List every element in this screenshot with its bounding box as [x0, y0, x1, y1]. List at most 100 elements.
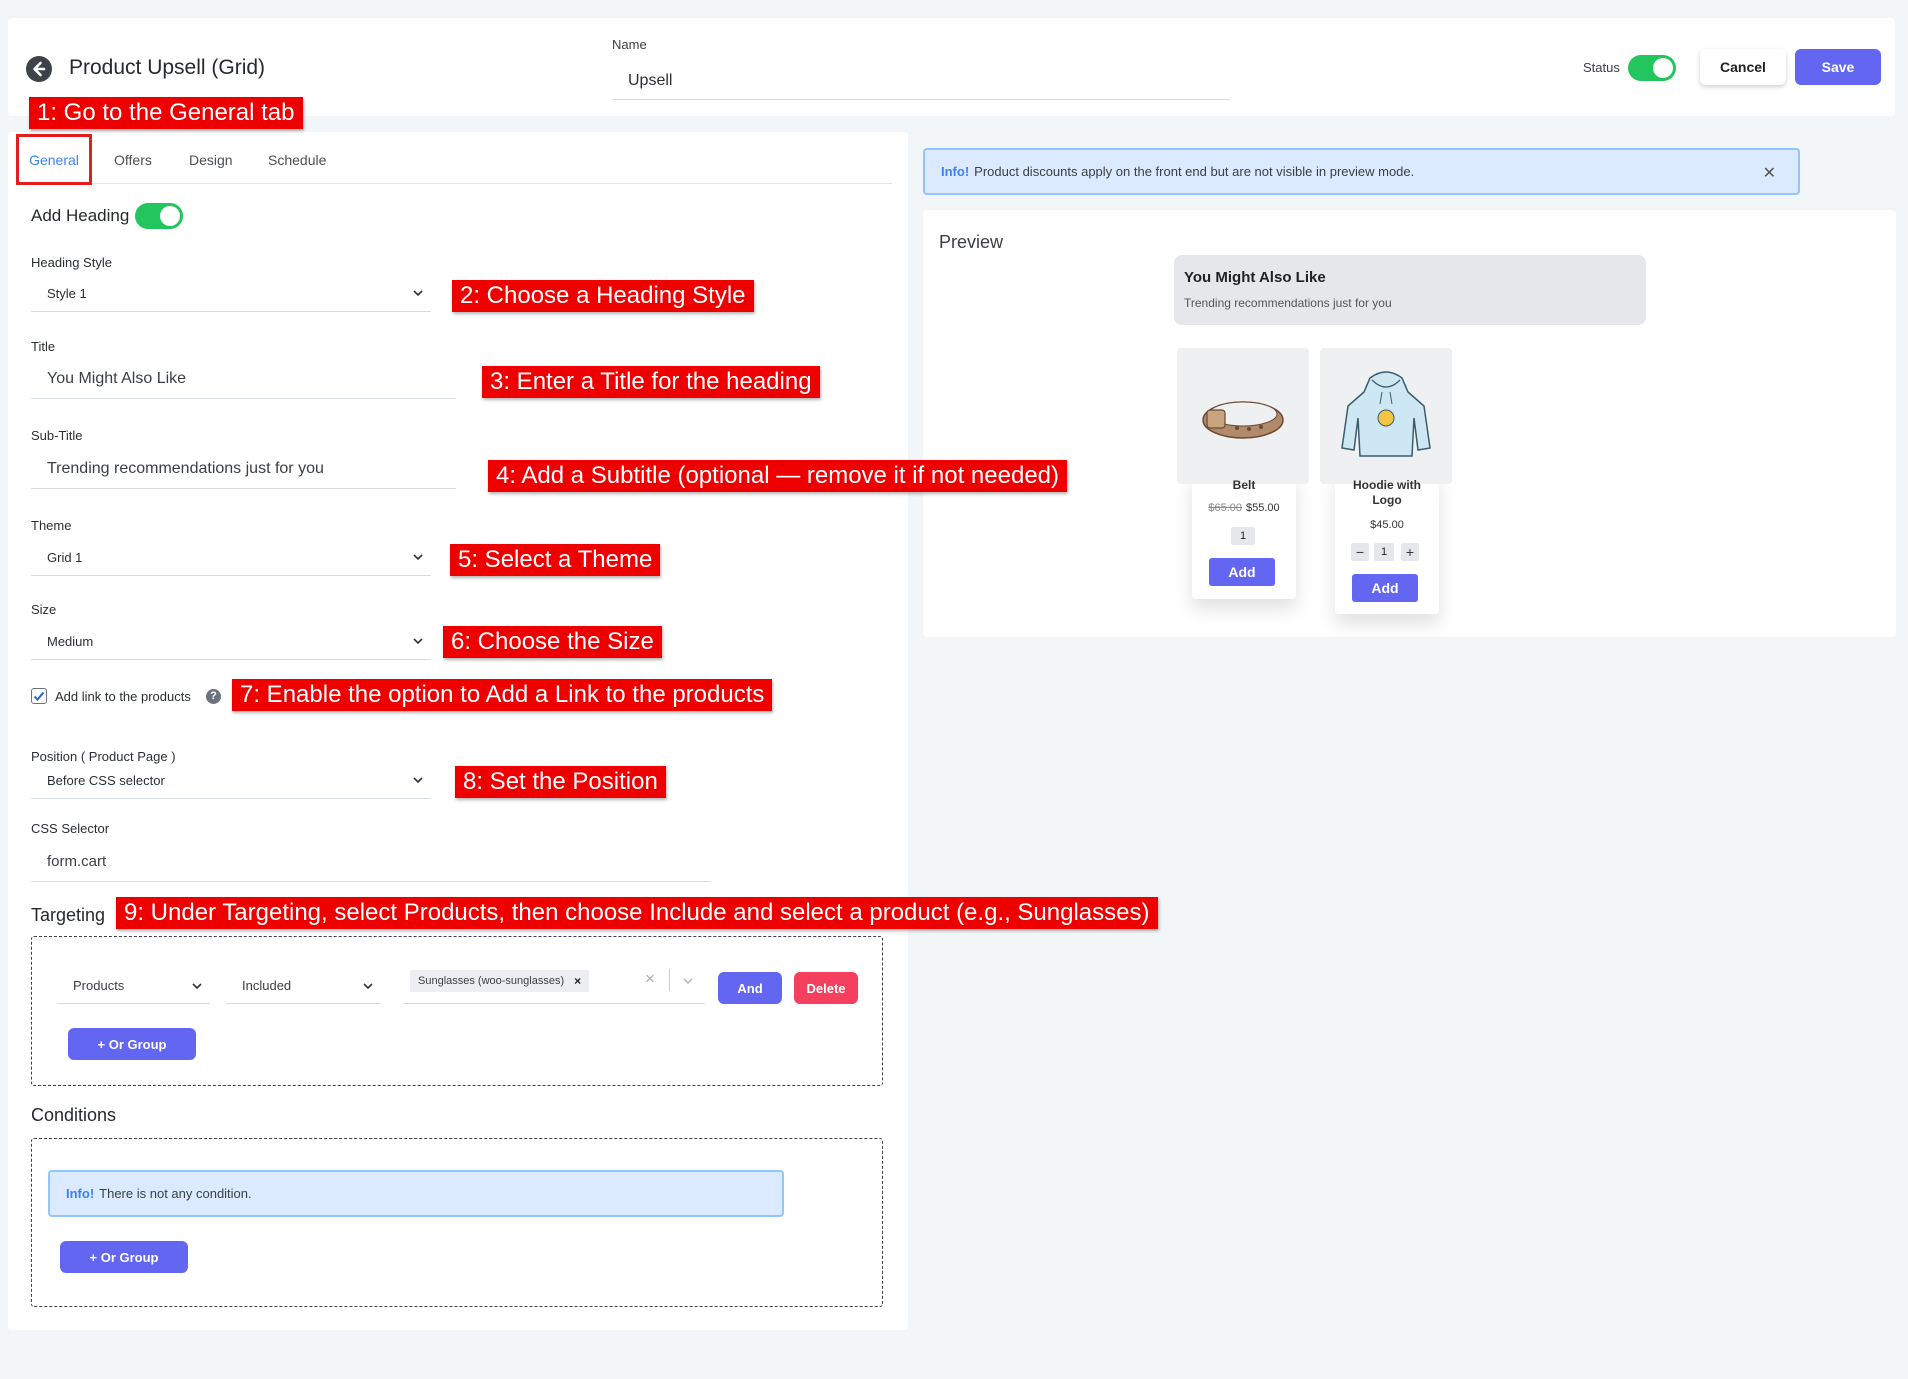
name-input[interactable]: [612, 62, 1230, 100]
preview-subheading: Trending recommendations just for you: [1184, 296, 1392, 310]
css-selector-input[interactable]: form.cart: [31, 842, 711, 882]
subtitle-label: Sub-Title: [31, 428, 83, 443]
help-icon[interactable]: ?: [206, 689, 221, 704]
conditions-box: [31, 1138, 883, 1307]
hoodie-image: [1320, 348, 1452, 484]
theme-value: Grid 1: [47, 550, 83, 565]
minus-icon[interactable]: −: [1351, 543, 1369, 561]
title-label: Title: [31, 339, 56, 354]
annotation-step-2: 2: Choose a Heading Style: [452, 280, 754, 312]
preview-heading: You Might Also Like: [1184, 269, 1326, 286]
chevron-down-icon[interactable]: [681, 974, 695, 988]
select-separator: [669, 969, 670, 991]
size-label: Size: [31, 602, 57, 617]
theme-label: Theme: [31, 518, 72, 533]
size-value: Medium: [47, 634, 94, 649]
preview-info-box: Info! Product discounts apply on the fro…: [923, 148, 1800, 195]
tab-general[interactable]: General: [16, 134, 92, 185]
add-to-cart-button[interactable]: Add: [1352, 574, 1418, 602]
annotation-step-1: 1: Go to the General tab: [29, 97, 303, 129]
annotation-step-9: 9: Under Targeting, select Products, the…: [116, 897, 1158, 929]
product-name[interactable]: Belt: [1192, 478, 1296, 492]
tab-offers[interactable]: Offers: [114, 152, 152, 168]
product-price: $65.00 $55.00: [1192, 502, 1296, 514]
targeting-box: [31, 936, 883, 1086]
hoodie-icon: [1341, 371, 1431, 457]
product-name[interactable]: Hoodie with: [1335, 478, 1439, 492]
info-label: Info!: [941, 164, 970, 179]
preview-heading-block: You Might Also Like Trending recommendat…: [1174, 255, 1646, 325]
product-chip: Sunglasses (woo-sunglasses) ×: [410, 970, 590, 992]
annotation-step-6: 6: Choose the Size: [443, 626, 662, 658]
toggle-knob: [160, 206, 180, 226]
chevron-down-icon: [192, 983, 202, 990]
target-type-select[interactable]: Products: [57, 968, 210, 1004]
targeting-heading: Targeting: [31, 905, 106, 925]
delete-button[interactable]: Delete: [794, 972, 858, 1004]
or-group-button[interactable]: + Or Group: [60, 1241, 188, 1273]
and-button[interactable]: And: [718, 972, 782, 1004]
chevron-down-icon: [413, 554, 423, 561]
checkmark-icon: [33, 691, 45, 701]
position-value: Before CSS selector: [47, 773, 165, 788]
back-arrow-icon[interactable]: [26, 56, 52, 82]
belt-image: [1177, 348, 1309, 484]
page-title: Product Upsell (Grid): [69, 56, 266, 79]
chip-remove-icon[interactable]: ×: [574, 974, 581, 988]
position-select[interactable]: Before CSS selector: [31, 763, 431, 799]
product-name-line2[interactable]: Logo: [1335, 493, 1439, 507]
heading-style-select[interactable]: Style 1: [31, 276, 431, 312]
annotation-step-3: 3: Enter a Title for the heading: [482, 366, 820, 398]
conditions-heading: Conditions: [31, 1105, 117, 1125]
product-price: $45.00: [1370, 519, 1404, 531]
add-heading-toggle[interactable]: [135, 203, 183, 229]
chevron-down-icon: [413, 638, 423, 645]
tab-schedule[interactable]: Schedule: [268, 152, 326, 168]
add-link-label: Add link to the products: [55, 689, 191, 704]
conditions-info-box: Info! There is not any condition.: [48, 1170, 784, 1217]
annotation-step-4: 4: Add a Subtitle (optional — remove it …: [488, 460, 1068, 492]
sale-price: $55.00: [1246, 502, 1280, 514]
toggle-knob: [1653, 58, 1673, 78]
target-rule-select[interactable]: Included: [226, 968, 381, 1004]
tabs-divider: [18, 183, 892, 184]
chevron-down-icon: [363, 983, 373, 990]
info-text: Product discounts apply on the front end…: [974, 164, 1415, 179]
add-to-cart-button[interactable]: Add: [1209, 558, 1275, 586]
cancel-button[interactable]: Cancel: [1700, 49, 1786, 85]
target-rule-value: Included: [242, 978, 292, 993]
quantity-input[interactable]: 1: [1231, 527, 1255, 545]
close-icon[interactable]: ✕: [1763, 163, 1776, 183]
theme-select[interactable]: Grid 1: [31, 540, 431, 576]
chevron-down-icon: [413, 290, 423, 297]
annotation-step-7: 7: Enable the option to Add a Link to th…: [232, 679, 773, 711]
annotation-step-8: 8: Set the Position: [455, 766, 666, 798]
css-selector-label: CSS Selector: [31, 821, 110, 836]
clear-icon[interactable]: ×: [645, 969, 655, 989]
plus-icon[interactable]: +: [1401, 543, 1419, 561]
annotation-step-5: 5: Select a Theme: [450, 544, 661, 576]
save-button[interactable]: Save: [1795, 49, 1881, 85]
tab-design[interactable]: Design: [189, 152, 233, 168]
name-label: Name: [612, 37, 647, 52]
or-group-button[interactable]: + Or Group: [68, 1028, 196, 1060]
position-label: Position ( Product Page ): [31, 749, 176, 764]
heading-style-label: Heading Style: [31, 255, 112, 270]
heading-style-value: Style 1: [47, 286, 87, 301]
title-input[interactable]: You Might Also Like: [31, 359, 456, 399]
status-label: Status: [1583, 60, 1620, 75]
product-chip-label: Sunglasses (woo-sunglasses): [418, 975, 565, 987]
size-select[interactable]: Medium: [31, 624, 431, 660]
subtitle-input[interactable]: Trending recommendations just for you: [31, 449, 456, 489]
info-label: Info!: [66, 1186, 95, 1201]
info-text: There is not any condition.: [99, 1186, 252, 1201]
status-toggle[interactable]: [1628, 55, 1676, 81]
old-price: $65.00: [1208, 502, 1242, 514]
quantity-input[interactable]: 1: [1374, 543, 1394, 561]
add-heading-label: Add Heading: [31, 206, 130, 225]
chevron-down-icon: [413, 777, 423, 784]
preview-title: Preview: [939, 232, 1004, 252]
belt-icon: [1202, 401, 1284, 439]
add-link-checkbox[interactable]: [31, 688, 47, 704]
target-type-value: Products: [73, 978, 125, 993]
